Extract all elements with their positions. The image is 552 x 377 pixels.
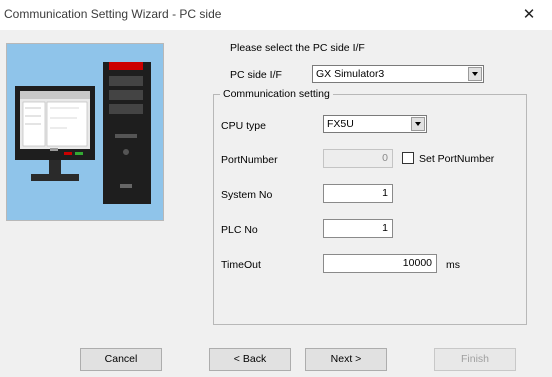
cancel-button[interactable]: Cancel (80, 348, 162, 371)
cpu-type-value: FX5U (327, 118, 354, 130)
set-port-number-checkbox[interactable] (402, 152, 414, 164)
timeout-unit: ms (446, 259, 460, 271)
window-title: Communication Setting Wizard - PC side (4, 7, 222, 21)
plc-no-label: PLC No (221, 224, 258, 236)
timeout-input[interactable]: 10000 (323, 254, 437, 273)
prompt-text: Please select the PC side I/F (230, 42, 365, 54)
timeout-label: TimeOut (221, 259, 261, 271)
port-number-label: PortNumber (221, 154, 278, 166)
pc-side-if-select[interactable]: GX Simulator3 (312, 65, 484, 83)
plc-no-input[interactable]: 1 (323, 219, 393, 238)
chevron-down-icon[interactable] (411, 117, 425, 131)
system-no-label: System No (221, 189, 273, 201)
pc-computer-image (15, 62, 151, 204)
pc-side-if-label: PC side I/F (230, 69, 282, 81)
pc-side-if-value: GX Simulator3 (316, 68, 385, 80)
close-icon[interactable]: ✕ (506, 0, 552, 30)
set-port-number-label: Set PortNumber (419, 153, 495, 165)
back-button[interactable]: < Back (209, 348, 291, 371)
cpu-type-label: CPU type (221, 120, 266, 132)
system-no-input[interactable]: 1 (323, 184, 393, 203)
port-number-input: 0 (323, 149, 393, 168)
next-button[interactable]: Next > (305, 348, 387, 371)
chevron-down-icon[interactable] (468, 67, 482, 81)
finish-button: Finish (434, 348, 516, 371)
title-bar: Communication Setting Wizard - PC side ✕ (0, 0, 552, 30)
cpu-type-select[interactable]: FX5U (323, 115, 427, 133)
communication-setting-title: Communication setting (220, 88, 333, 100)
pc-illustration (6, 43, 164, 221)
